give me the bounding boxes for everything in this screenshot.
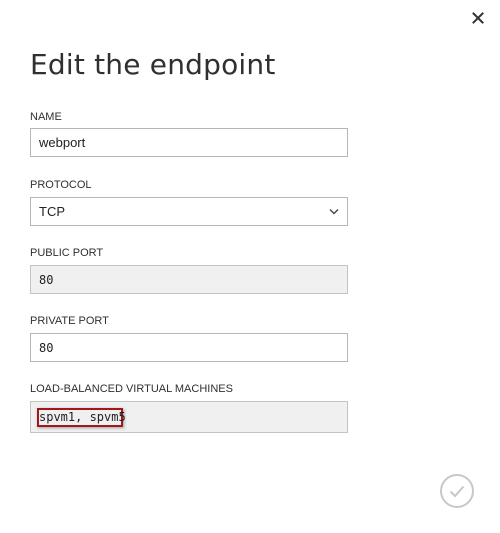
load-balanced-vms-label: LOAD-BALANCED VIRTUAL MACHINES — [30, 383, 233, 395]
close-icon — [472, 12, 484, 24]
edit-endpoint-dialog: Edit the endpoint NAME PROTOCOL TCP PUBL… — [0, 0, 500, 508]
private-port-label: PRIVATE PORT — [30, 315, 109, 327]
public-port-value: 80 — [39, 272, 54, 287]
protocol-label: PROTOCOL — [30, 179, 92, 191]
load-balanced-vms-value: spvm1, spvm5 — [39, 410, 126, 424]
private-port-input[interactable] — [30, 333, 348, 362]
dialog-title: Edit the endpoint — [30, 48, 276, 81]
public-port-label: PUBLIC PORT — [30, 247, 104, 259]
public-port-field: 80 — [30, 265, 348, 294]
protocol-select[interactable]: TCP — [30, 197, 348, 226]
confirm-button[interactable] — [440, 474, 474, 508]
checkmark-icon — [449, 485, 465, 497]
close-button[interactable] — [472, 12, 488, 28]
name-input[interactable] — [30, 128, 348, 157]
load-balanced-vms-field: spvm1, spvm5 — [30, 401, 348, 433]
protocol-selected-value: TCP — [39, 204, 65, 219]
chevron-down-icon — [329, 207, 339, 217]
name-label: NAME — [30, 111, 62, 123]
